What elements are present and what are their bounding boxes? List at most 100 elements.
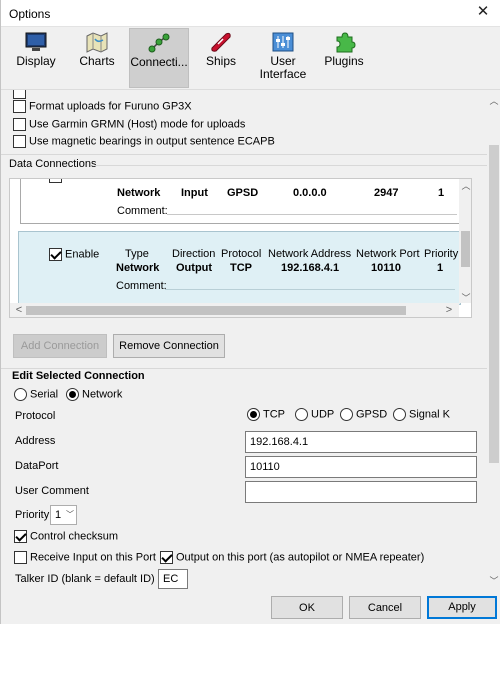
tab-plugins[interactable]: Plugins [319, 28, 369, 88]
tab-display[interactable]: Display [7, 28, 65, 88]
card2-header-address: Network Address [268, 248, 352, 260]
panel-vscroll-thumb[interactable] [489, 145, 499, 463]
user-comment-field[interactable] [245, 481, 477, 503]
sliders-icon [272, 32, 294, 52]
gpsd-label: GPSD [356, 408, 388, 421]
priority-select[interactable]: 1 ﹀ [50, 505, 77, 525]
network-radio[interactable] [66, 388, 79, 401]
close-icon[interactable]: ✕ [469, 2, 497, 22]
card2-enable[interactable]: Enable [49, 248, 99, 261]
monitor-icon [25, 32, 47, 51]
puzzle-icon [336, 32, 356, 53]
panel-scroll-down-icon[interactable]: ﹀ [487, 574, 500, 587]
control-checksum-checkbox[interactable] [14, 530, 27, 543]
output-port-checkbox[interactable] [160, 551, 173, 564]
option-furuno[interactable]: Format uploads for Furuno GP3X [13, 100, 192, 113]
edit-connection-title: Edit Selected Connection [12, 370, 145, 382]
dialog-button-bar: OK Cancel Apply [1, 590, 500, 624]
list-hscroll-thumb[interactable] [26, 306, 406, 315]
tab-plugins-label: Plugins [324, 54, 364, 68]
panel-scroll-up-icon[interactable]: ︿ [487, 94, 500, 107]
data-connections-title: Data Connections [9, 158, 97, 170]
divider [165, 289, 455, 290]
tab-user-interface-label: User Interface [259, 54, 307, 81]
protocol-tcp[interactable]: TCP [247, 408, 285, 421]
card1-comment-label: Comment: [117, 205, 168, 217]
tcp-label: TCP [263, 408, 285, 421]
apply-button[interactable]: Apply [427, 596, 497, 619]
divider [95, 165, 487, 166]
scroll-up-icon[interactable]: ︿ [459, 179, 471, 192]
tab-connections-label: Connecti... [130, 55, 188, 69]
furuno-label: Format uploads for Furuno GP3X [29, 100, 192, 113]
card2-address: 192.168.4.1 [281, 262, 340, 274]
list-vscroll-thumb[interactable] [461, 231, 470, 267]
ok-button[interactable]: OK [271, 596, 343, 619]
divider [1, 154, 487, 155]
cancel-button[interactable]: Cancel [349, 596, 421, 619]
panel-vertical-scrollbar[interactable]: ︿ ﹀ [487, 90, 500, 590]
card2-enable-checkbox[interactable] [49, 248, 62, 261]
remove-connection-button[interactable]: Remove Connection [113, 334, 225, 358]
receive-input-label: Receive Input on this Port [30, 551, 156, 564]
card1-enable-checkbox[interactable] [49, 179, 62, 183]
gpsd-radio[interactable] [340, 408, 353, 421]
control-checksum-label: Control checksum [30, 530, 119, 543]
option-partial[interactable] [13, 90, 29, 99]
talker-id-field[interactable]: EC [158, 569, 188, 589]
card2-enable-label: Enable [65, 248, 100, 261]
output-port-option[interactable]: Output on this port (as autopilot or NME… [160, 551, 424, 564]
ship-icon [211, 32, 231, 52]
tab-ships[interactable]: Ships [195, 28, 247, 88]
serial-label: Serial [30, 388, 59, 401]
chart-map-icon [86, 32, 108, 53]
tab-user-interface[interactable]: User Interface [255, 28, 311, 88]
protocol-udp[interactable]: UDP [295, 408, 334, 421]
priority-value: 1 [55, 509, 62, 521]
talker-id-label: Talker ID (blank = default ID) [15, 573, 155, 585]
options-window: Options ✕ Display Charts Connecti... Shi… [0, 0, 500, 624]
option-magnetic[interactable]: Use magnetic bearings in output sentence… [13, 135, 275, 148]
tcp-radio[interactable] [247, 408, 260, 421]
receive-input-checkbox[interactable] [14, 551, 27, 564]
list-horizontal-scrollbar[interactable]: < > [10, 303, 459, 317]
serial-option[interactable]: Serial [14, 388, 58, 401]
card2-header-protocol: Protocol [221, 248, 262, 260]
connection-card-tcp[interactable]: Enable Type Direction Protocol Network A… [18, 231, 461, 305]
protocol-signalk[interactable]: Signal K [393, 408, 450, 421]
option-garmin[interactable]: Use Garmin GRMN (Host) mode for uploads [13, 118, 245, 131]
serial-radio[interactable] [14, 388, 27, 401]
partial-checkbox[interactable] [13, 90, 26, 99]
furuno-checkbox[interactable] [13, 100, 26, 113]
network-option[interactable]: Network [66, 388, 122, 401]
connection-card-gpsd[interactable]: Network Input GPSD 0.0.0.0 2947 1 Commen… [20, 179, 461, 224]
dataport-field[interactable]: 10110 [245, 456, 477, 478]
tab-charts[interactable]: Charts [69, 28, 125, 88]
receive-input-option[interactable]: Receive Input on this Port [14, 551, 156, 564]
connection-list[interactable]: Network Input GPSD 0.0.0.0 2947 1 Commen… [9, 178, 472, 318]
control-checksum-option[interactable]: Control checksum [14, 530, 118, 543]
divider [1, 368, 487, 369]
tab-display-label: Display [16, 54, 56, 68]
protocol-gpsd[interactable]: GPSD [340, 408, 387, 421]
network-label: Network [82, 388, 123, 401]
garmin-checkbox[interactable] [13, 118, 26, 131]
card2-header-port: Network Port [356, 248, 420, 260]
signalk-radio[interactable] [393, 408, 406, 421]
card2-header-priority: Priority [424, 248, 459, 260]
add-connection-button[interactable]: Add Connection [13, 334, 107, 358]
card2-direction: Output [176, 262, 213, 274]
tab-charts-label: Charts [79, 54, 115, 68]
magnetic-checkbox[interactable] [13, 135, 26, 148]
card1-priority: 1 [438, 187, 445, 199]
udp-radio[interactable] [295, 408, 308, 421]
card1-port: 2947 [374, 187, 399, 199]
address-field[interactable]: 192.168.4.1 [245, 431, 477, 453]
connections-icon [148, 33, 170, 53]
window-title: Options [9, 7, 51, 21]
list-vertical-scrollbar[interactable]: ︿ ﹀ [459, 179, 471, 304]
tab-connections[interactable]: Connecti... [129, 28, 189, 88]
scroll-left-icon[interactable]: < [12, 304, 26, 316]
scroll-right-icon[interactable]: > [442, 304, 456, 316]
scroll-down-icon[interactable]: ﹀ [459, 291, 471, 304]
